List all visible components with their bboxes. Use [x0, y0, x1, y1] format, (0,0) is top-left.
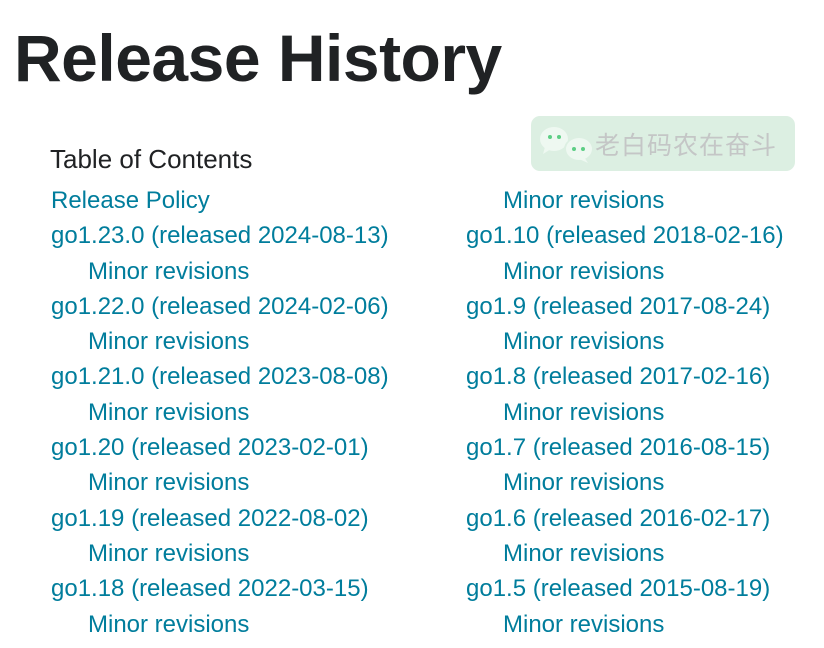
toc-link-go1.22.0[interactable]: go1.22.0 (released 2024-02-06)	[51, 289, 389, 324]
toc-left-column: Release Policy go1.23.0 (released 2024-0…	[51, 183, 389, 642]
wechat-icon	[531, 116, 595, 171]
toc-link-go1.5[interactable]: go1.5 (released 2015-08-19)	[466, 571, 784, 606]
toc-link-minor-revisions[interactable]: Minor revisions	[466, 254, 784, 289]
toc-link-go1.21.0[interactable]: go1.21.0 (released 2023-08-08)	[51, 359, 389, 394]
toc-link-minor-revisions[interactable]: Minor revisions	[51, 607, 389, 642]
toc-link-minor-revisions[interactable]: Minor revisions	[51, 536, 389, 571]
toc-link-go1.19[interactable]: go1.19 (released 2022-08-02)	[51, 501, 389, 536]
toc-right-column: Minor revisions go1.10 (released 2018-02…	[466, 183, 784, 642]
toc-link-go1.10[interactable]: go1.10 (released 2018-02-16)	[466, 218, 784, 253]
toc-link-minor-revisions[interactable]: Minor revisions	[51, 254, 389, 289]
toc-link-minor-revisions[interactable]: Minor revisions	[466, 607, 784, 642]
toc-link-go1.9[interactable]: go1.9 (released 2017-08-24)	[466, 289, 784, 324]
toc-link-minor-revisions[interactable]: Minor revisions	[51, 395, 389, 430]
toc-link-go1.6[interactable]: go1.6 (released 2016-02-17)	[466, 501, 784, 536]
page-title: Release History	[14, 21, 502, 95]
toc-link-release-policy[interactable]: Release Policy	[51, 183, 389, 218]
toc-link-go1.8[interactable]: go1.8 (released 2017-02-16)	[466, 359, 784, 394]
watermark-text: 老白码农在奋斗	[595, 130, 778, 160]
toc-link-minor-revisions[interactable]: Minor revisions	[51, 324, 389, 359]
toc-link-minor-revisions[interactable]: Minor revisions	[466, 395, 784, 430]
toc-link-minor-revisions[interactable]: Minor revisions	[51, 465, 389, 500]
toc-link-minor-revisions[interactable]: Minor revisions	[466, 536, 784, 571]
toc-link-go1.7[interactable]: go1.7 (released 2016-08-15)	[466, 430, 784, 465]
watermark-badge: 老白码农在奋斗	[531, 116, 795, 171]
toc-link-go1.20[interactable]: go1.20 (released 2023-02-01)	[51, 430, 389, 465]
toc-link-go1.18[interactable]: go1.18 (released 2022-03-15)	[51, 571, 389, 606]
toc-link-minor-revisions[interactable]: Minor revisions	[466, 183, 784, 218]
toc-link-minor-revisions[interactable]: Minor revisions	[466, 465, 784, 500]
toc-link-minor-revisions[interactable]: Minor revisions	[466, 324, 784, 359]
toc-link-go1.23.0[interactable]: go1.23.0 (released 2024-08-13)	[51, 218, 389, 253]
toc-heading: Table of Contents	[50, 144, 253, 174]
